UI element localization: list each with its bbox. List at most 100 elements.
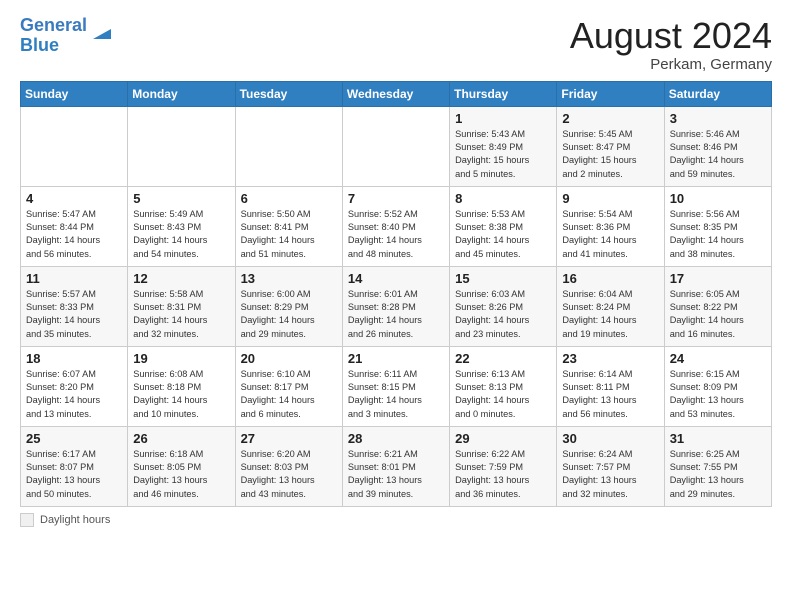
day-info: Sunrise: 6:03 AM Sunset: 8:26 PM Dayligh… (455, 288, 551, 341)
day-number: 4 (26, 191, 122, 206)
logo: General Blue (20, 16, 111, 56)
title-block: August 2024 Perkam, Germany (570, 16, 772, 73)
legend-label: Daylight hours (40, 514, 110, 526)
day-number: 12 (133, 271, 229, 286)
day-header-sunday: Sunday (21, 81, 128, 106)
day-number: 25 (26, 431, 122, 446)
day-number: 17 (670, 271, 766, 286)
day-number: 8 (455, 191, 551, 206)
day-info: Sunrise: 6:15 AM Sunset: 8:09 PM Dayligh… (670, 368, 766, 421)
day-info: Sunrise: 6:08 AM Sunset: 8:18 PM Dayligh… (133, 368, 229, 421)
day-cell: 18Sunrise: 6:07 AM Sunset: 8:20 PM Dayli… (21, 346, 128, 426)
day-cell: 20 Sunrise: 6:10 AM Sunset: 8:17 PM Dayli… (235, 346, 342, 426)
header-row: General Blue August 2024 Perkam, Germany (20, 16, 772, 73)
day-cell: 22 Sunrise: 6:13 AM Sunset: 8:13 PM Dayli… (450, 346, 557, 426)
day-info: Sunrise: 5:49 AM Sunset: 8:43 PM Dayligh… (133, 208, 229, 261)
day-cell: 7 Sunrise: 5:52 AM Sunset: 8:40 PM Daylig… (342, 186, 449, 266)
day-info: Sunrise: 5:43 AM Sunset: 8:49 PM Dayligh… (455, 128, 551, 181)
day-number: 22 (455, 351, 551, 366)
day-number: 28 (348, 431, 444, 446)
logo-general: General (20, 15, 87, 35)
week-row-3: 11Sunrise: 5:57 AM Sunset: 8:33 PM Dayli… (21, 266, 772, 346)
day-cell: 5 Sunrise: 5:49 AM Sunset: 8:43 PM Daylig… (128, 186, 235, 266)
day-info: Sunrise: 5:52 AM Sunset: 8:40 PM Dayligh… (348, 208, 444, 261)
day-info: Sunrise: 6:13 AM Sunset: 8:13 PM Dayligh… (455, 368, 551, 421)
day-info: Sunrise: 6:21 AM Sunset: 8:01 PM Dayligh… (348, 448, 444, 501)
day-info: Sunrise: 6:14 AM Sunset: 8:11 PM Dayligh… (562, 368, 658, 421)
day-info: Sunrise: 6:18 AM Sunset: 8:05 PM Dayligh… (133, 448, 229, 501)
day-cell: 15 Sunrise: 6:03 AM Sunset: 8:26 PM Dayli… (450, 266, 557, 346)
day-number: 23 (562, 351, 658, 366)
day-header-monday: Monday (128, 81, 235, 106)
day-cell: 27 Sunrise: 6:20 AM Sunset: 8:03 PM Dayli… (235, 426, 342, 506)
month-year-title: August 2024 (570, 16, 772, 56)
day-info: Sunrise: 6:04 AM Sunset: 8:24 PM Dayligh… (562, 288, 658, 341)
day-number: 31 (670, 431, 766, 446)
day-number: 1 (455, 111, 551, 126)
location-subtitle: Perkam, Germany (570, 56, 772, 73)
day-number: 19 (133, 351, 229, 366)
week-row-4: 18Sunrise: 6:07 AM Sunset: 8:20 PM Dayli… (21, 346, 772, 426)
day-cell: 4 Sunrise: 5:47 AM Sunset: 8:44 PM Daylig… (21, 186, 128, 266)
day-cell: 9 Sunrise: 5:54 AM Sunset: 8:36 PM Daylig… (557, 186, 664, 266)
day-info: Sunrise: 5:53 AM Sunset: 8:38 PM Dayligh… (455, 208, 551, 261)
day-number: 9 (562, 191, 658, 206)
calendar-footer: Daylight hours (20, 513, 772, 527)
calendar-body: 1 Sunrise: 5:43 AM Sunset: 8:49 PM Daylig… (21, 106, 772, 506)
day-cell (235, 106, 342, 186)
calendar-header: SundayMondayTuesdayWednesdayThursdayFrid… (21, 81, 772, 106)
day-cell: 12 Sunrise: 5:58 AM Sunset: 8:31 PM Dayli… (128, 266, 235, 346)
day-info: Sunrise: 6:11 AM Sunset: 8:15 PM Dayligh… (348, 368, 444, 421)
day-info: Sunrise: 5:45 AM Sunset: 8:47 PM Dayligh… (562, 128, 658, 181)
logo-icon (89, 21, 111, 43)
day-number: 30 (562, 431, 658, 446)
day-number: 26 (133, 431, 229, 446)
day-info: Sunrise: 6:07 AM Sunset: 8:20 PM Dayligh… (26, 368, 122, 421)
day-cell (128, 106, 235, 186)
day-cell: 17 Sunrise: 6:05 AM Sunset: 8:22 PM Dayli… (664, 266, 771, 346)
day-cell: 3Sunrise: 5:46 AM Sunset: 8:46 PM Daylig… (664, 106, 771, 186)
day-cell: 30 Sunrise: 6:24 AM Sunset: 7:57 PM Dayli… (557, 426, 664, 506)
day-info: Sunrise: 6:20 AM Sunset: 8:03 PM Dayligh… (241, 448, 337, 501)
day-info: Sunrise: 6:22 AM Sunset: 7:59 PM Dayligh… (455, 448, 551, 501)
day-cell: 25 Sunrise: 6:17 AM Sunset: 8:07 PM Dayli… (21, 426, 128, 506)
day-cell: 24 Sunrise: 6:15 AM Sunset: 8:09 PM Dayli… (664, 346, 771, 426)
day-cell: 13Sunrise: 6:00 AM Sunset: 8:29 PM Dayli… (235, 266, 342, 346)
day-number: 27 (241, 431, 337, 446)
day-number: 15 (455, 271, 551, 286)
day-cell: 6Sunrise: 5:50 AM Sunset: 8:41 PM Daylig… (235, 186, 342, 266)
day-info: Sunrise: 5:57 AM Sunset: 8:33 PM Dayligh… (26, 288, 122, 341)
day-info: Sunrise: 5:54 AM Sunset: 8:36 PM Dayligh… (562, 208, 658, 261)
day-number: 2 (562, 111, 658, 126)
day-info: Sunrise: 6:05 AM Sunset: 8:22 PM Dayligh… (670, 288, 766, 341)
day-header-friday: Friday (557, 81, 664, 106)
week-row-2: 4 Sunrise: 5:47 AM Sunset: 8:44 PM Daylig… (21, 186, 772, 266)
day-number: 14 (348, 271, 444, 286)
day-cell: 23 Sunrise: 6:14 AM Sunset: 8:11 PM Dayli… (557, 346, 664, 426)
day-cell: 26 Sunrise: 6:18 AM Sunset: 8:05 PM Dayli… (128, 426, 235, 506)
day-info: Sunrise: 5:47 AM Sunset: 8:44 PM Dayligh… (26, 208, 122, 261)
logo-text: General Blue (20, 16, 87, 56)
day-cell (21, 106, 128, 186)
day-header-thursday: Thursday (450, 81, 557, 106)
calendar-container: General Blue August 2024 Perkam, Germany… (0, 0, 792, 537)
day-header-tuesday: Tuesday (235, 81, 342, 106)
legend-box (20, 513, 34, 527)
day-cell: 29Sunrise: 6:22 AM Sunset: 7:59 PM Dayli… (450, 426, 557, 506)
day-number: 20 (241, 351, 337, 366)
day-info: Sunrise: 5:46 AM Sunset: 8:46 PM Dayligh… (670, 128, 766, 181)
day-number: 7 (348, 191, 444, 206)
day-info: Sunrise: 6:17 AM Sunset: 8:07 PM Dayligh… (26, 448, 122, 501)
day-number: 5 (133, 191, 229, 206)
day-cell: 19 Sunrise: 6:08 AM Sunset: 8:18 PM Dayli… (128, 346, 235, 426)
day-number: 24 (670, 351, 766, 366)
day-info: Sunrise: 6:24 AM Sunset: 7:57 PM Dayligh… (562, 448, 658, 501)
day-info: Sunrise: 5:58 AM Sunset: 8:31 PM Dayligh… (133, 288, 229, 341)
day-cell: 16Sunrise: 6:04 AM Sunset: 8:24 PM Dayli… (557, 266, 664, 346)
calendar-table: SundayMondayTuesdayWednesdayThursdayFrid… (20, 81, 772, 507)
day-cell (342, 106, 449, 186)
day-info: Sunrise: 6:10 AM Sunset: 8:17 PM Dayligh… (241, 368, 337, 421)
day-header-wednesday: Wednesday (342, 81, 449, 106)
day-cell: 21Sunrise: 6:11 AM Sunset: 8:15 PM Dayli… (342, 346, 449, 426)
day-cell: 1 Sunrise: 5:43 AM Sunset: 8:49 PM Daylig… (450, 106, 557, 186)
